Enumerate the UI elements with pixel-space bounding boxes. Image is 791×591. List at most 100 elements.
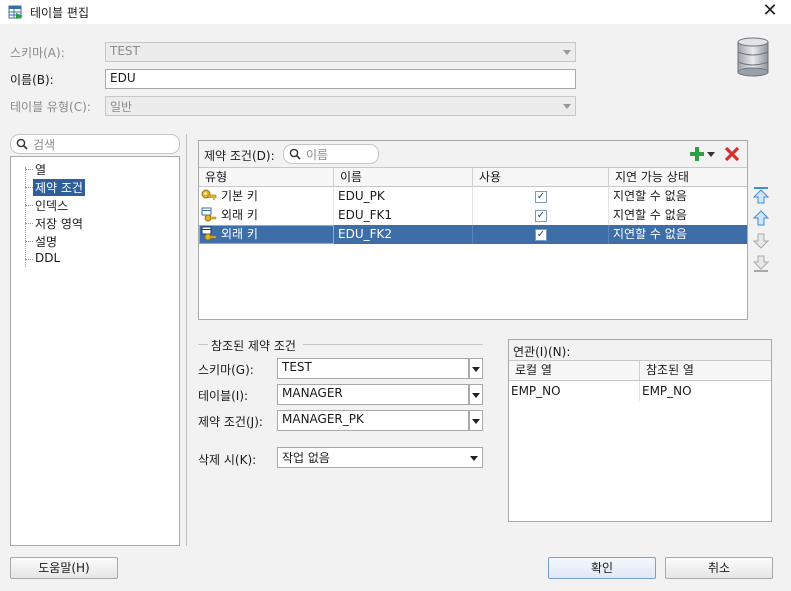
- help-button[interactable]: 도움말(H): [10, 557, 118, 579]
- type-text: 기본 키: [221, 189, 258, 203]
- type-text: 외래 키: [221, 227, 258, 241]
- chevron-down-icon[interactable]: [469, 410, 483, 431]
- foreign-key-icon: [201, 226, 217, 241]
- enabled-checkbox[interactable]: ✓: [535, 210, 547, 222]
- table-row[interactable]: EMP_NO EMP_NO: [509, 381, 771, 401]
- name-label: 이름(B):: [10, 73, 54, 87]
- tree-guide-line: [25, 167, 26, 267]
- table-type-label: 테이블 유형(C):: [10, 100, 91, 114]
- schema-label: 스키마(A):: [10, 46, 65, 60]
- schema-select: TEST: [105, 42, 576, 62]
- database-icon: [737, 37, 769, 77]
- column-header-type[interactable]: 유형: [199, 168, 334, 187]
- search-icon: [16, 138, 28, 150]
- nav-item-indexes[interactable]: 인덱스: [33, 197, 70, 214]
- plus-icon[interactable]: [689, 146, 705, 162]
- deferrable-cell: 지연할 수 없음: [613, 208, 687, 222]
- deferrable-cell: 지연할 수 없음: [613, 189, 687, 203]
- ref-constraint-label: 제약 조건(J):: [198, 415, 263, 429]
- constraints-filter-placeholder: 이름: [306, 148, 329, 162]
- table-row[interactable]: 외래 키 EDU_FK1 ✓ 지연할 수 없음: [199, 206, 747, 225]
- nav-search-input[interactable]: 검색: [10, 134, 180, 154]
- move-top-icon[interactable]: [752, 186, 770, 204]
- constraints-table: 유형 이름 사용 지연 가능 상태 기본 키 EDU_PK ✓ 지연할 수 없음: [199, 167, 747, 244]
- tree-branch: [25, 205, 33, 206]
- nav-item-ddl[interactable]: DDL: [33, 251, 62, 265]
- splitter[interactable]: [186, 134, 187, 546]
- deferrable-cell: 지연할 수 없음: [613, 227, 687, 241]
- table-row-selected[interactable]: 외래 키 EDU_FK2 ✓ 지연할 수 없음: [199, 225, 747, 244]
- local-column-cell: EMP_NO: [509, 381, 640, 401]
- chevron-down-icon[interactable]: [707, 152, 715, 158]
- group-divider: [303, 344, 483, 345]
- ref-table-select[interactable]: MANAGER: [277, 384, 469, 405]
- chevron-down-icon[interactable]: [469, 384, 483, 405]
- tree-branch: [25, 241, 33, 242]
- nav-item-columns[interactable]: 열: [33, 161, 48, 178]
- enabled-cell: ✓: [473, 187, 609, 206]
- title-bar: [0, 0, 791, 24]
- delete-x-icon[interactable]: [724, 146, 740, 162]
- chevron-down-icon: [563, 104, 571, 109]
- table-header: 유형 이름 사용 지연 가능 상태: [199, 167, 747, 187]
- chevron-down-icon: [563, 50, 571, 55]
- type-cell: 외래 키: [199, 206, 334, 225]
- column-header-referenced[interactable]: 참조된 열: [640, 361, 771, 380]
- search-icon: [289, 148, 301, 160]
- move-bottom-icon[interactable]: [752, 255, 770, 273]
- chevron-down-icon[interactable]: [469, 358, 483, 379]
- constraints-label: 제약 조건(D):: [204, 149, 275, 163]
- constraints-filter-input[interactable]: 이름: [283, 144, 379, 164]
- nav-item-storage[interactable]: 저장 영역: [33, 215, 85, 232]
- nav-search-placeholder: 검색: [33, 138, 56, 152]
- enabled-checkbox[interactable]: ✓: [535, 191, 547, 203]
- referenced-column-cell: EMP_NO: [642, 384, 692, 398]
- ref-schema-select[interactable]: TEST: [277, 358, 469, 379]
- tree-branch: [25, 223, 33, 224]
- group-divider: [198, 344, 208, 345]
- ok-button[interactable]: 확인: [548, 557, 656, 579]
- ref-table-label: 테이블(I):: [198, 389, 249, 403]
- nav-item-comment[interactable]: 설명: [33, 233, 59, 250]
- table-type-value: 일반: [110, 100, 133, 114]
- association-panel: 연관(I)(N): 로컬 열 참조된 열 EMP_NO EMP_NO: [508, 339, 772, 522]
- constraints-panel: 제약 조건(D): 이름 유형 이름 사용 지연 가능 상태 기본 키 EDU_…: [198, 140, 748, 320]
- referenced-group-title: 참조된 제약 조건: [211, 339, 296, 353]
- table-row[interactable]: 기본 키 EDU_PK ✓ 지연할 수 없음: [199, 187, 747, 206]
- on-delete-select[interactable]: 작업 없음: [277, 447, 483, 468]
- table-type-select: 일반: [105, 96, 576, 116]
- close-icon[interactable]: ✕: [760, 1, 780, 21]
- tree-branch: [25, 187, 33, 188]
- column-header-deferrable[interactable]: 지연 가능 상태: [609, 168, 747, 187]
- window-title: 테이블 편집: [30, 6, 90, 20]
- enabled-cell: ✓: [473, 225, 609, 244]
- schema-value: TEST: [110, 44, 140, 58]
- type-cell: 기본 키: [199, 187, 334, 206]
- on-delete-label: 삭제 시(K):: [198, 453, 257, 467]
- ref-constraint-select[interactable]: MANAGER_PK: [277, 410, 469, 431]
- on-delete-value: 작업 없음: [282, 451, 330, 465]
- cancel-button[interactable]: 취소: [665, 557, 773, 579]
- constraints-toolbar: 제약 조건(D): 이름: [199, 141, 747, 167]
- enabled-cell: ✓: [473, 206, 609, 225]
- enabled-checkbox[interactable]: ✓: [535, 229, 547, 241]
- column-header-enabled[interactable]: 사용: [473, 168, 609, 187]
- foreign-key-icon: [201, 207, 217, 222]
- move-up-icon[interactable]: [752, 209, 770, 227]
- primary-key-icon: [201, 189, 217, 200]
- column-header-local[interactable]: 로컬 열: [509, 361, 640, 380]
- table-edit-icon: [8, 5, 23, 19]
- nav-tree: 열 제약 조건 인덱스 저장 영역 설명 DDL: [10, 156, 180, 546]
- association-label: 연관(I)(N):: [509, 340, 771, 360]
- name-cell: EDU_PK: [334, 187, 473, 206]
- chevron-down-icon: [470, 456, 478, 461]
- name-cell: EDU_FK1: [334, 206, 473, 225]
- association-table-header: 로컬 열 참조된 열: [509, 360, 771, 381]
- type-text: 외래 키: [221, 208, 258, 222]
- name-input[interactable]: EDU: [105, 69, 576, 89]
- type-cell: 외래 키: [199, 225, 334, 244]
- nav-item-constraints[interactable]: 제약 조건: [33, 179, 85, 196]
- name-cell: EDU_FK2: [334, 225, 473, 244]
- column-header-name[interactable]: 이름: [334, 168, 473, 187]
- move-down-icon[interactable]: [752, 232, 770, 250]
